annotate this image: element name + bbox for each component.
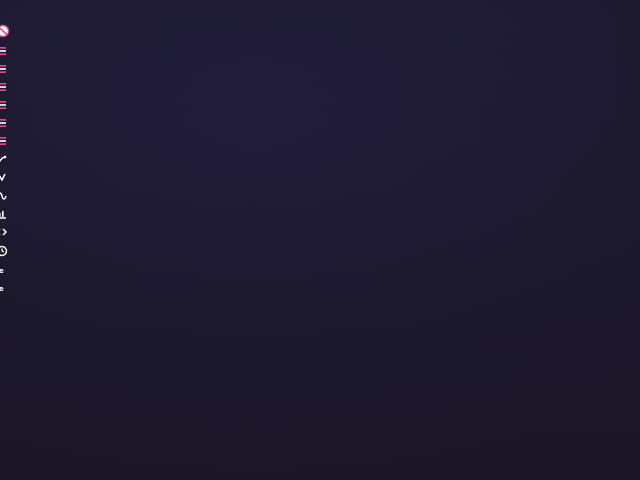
code-icon[interactable] <box>0 225 10 239</box>
chart-icon[interactable] <box>0 207 10 221</box>
curve-icon[interactable] <box>0 171 10 185</box>
toolbar-label[interactable]: ue <box>0 283 14 295</box>
list-icon[interactable] <box>0 98 10 112</box>
list-icon[interactable] <box>0 62 10 76</box>
list-icon[interactable] <box>0 116 10 130</box>
wave-icon[interactable] <box>0 189 10 203</box>
list-icon[interactable] <box>0 44 10 58</box>
list-icon[interactable] <box>0 80 10 94</box>
list-icon[interactable] <box>0 134 10 148</box>
no-entry-icon[interactable] <box>0 24 10 38</box>
clock-icon[interactable] <box>0 244 10 258</box>
left-toolbar: ue ue <box>0 24 12 304</box>
toolbar-label[interactable]: ue <box>0 265 14 277</box>
curve-icon[interactable] <box>0 153 10 167</box>
background-vignette <box>0 0 640 480</box>
